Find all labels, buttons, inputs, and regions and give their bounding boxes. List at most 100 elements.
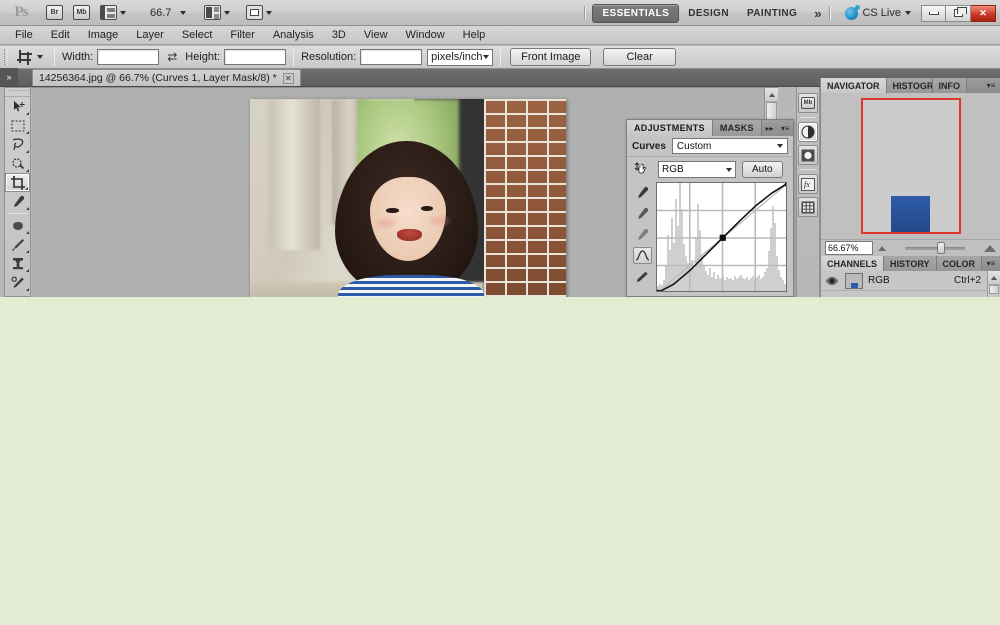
crop-height-input[interactable]	[224, 49, 287, 65]
history-brush-tool[interactable]	[5, 273, 30, 292]
lasso-tool[interactable]	[5, 135, 30, 154]
front-image-button[interactable]: Front Image	[510, 48, 592, 66]
panel-expand-grip[interactable]: »	[0, 68, 18, 86]
scroll-up-button[interactable]	[765, 88, 778, 102]
tab-history[interactable]: HISTORY	[884, 256, 937, 271]
workspace-essentials[interactable]: ESSENTIALS	[592, 3, 680, 23]
menu-select[interactable]: Select	[173, 27, 222, 43]
menu-layer[interactable]: Layer	[127, 27, 173, 43]
image-brick-wall	[483, 99, 566, 297]
image-subject-mouth	[396, 229, 423, 241]
flyout-triangle-icon	[26, 269, 29, 272]
swap-width-height-icon[interactable]: ⇄	[167, 50, 177, 64]
menu-view[interactable]: View	[355, 27, 397, 43]
move-tool[interactable]	[5, 97, 30, 116]
pencil-curve-tool[interactable]	[633, 268, 652, 285]
menu-help[interactable]: Help	[454, 27, 495, 43]
navigator-zoom-input[interactable]: 66.67%	[825, 241, 873, 255]
curves-graph[interactable]	[656, 182, 787, 292]
close-icon[interactable]: ✕	[282, 72, 294, 84]
quick-selection-tool[interactable]	[5, 154, 30, 173]
menu-3d[interactable]: 3D	[323, 27, 355, 43]
navigator-zoom-slider[interactable]	[891, 241, 979, 255]
crop-tool[interactable]	[5, 173, 30, 192]
tab-masks[interactable]: MASKS	[712, 120, 762, 136]
menu-window[interactable]: Window	[397, 27, 454, 43]
set-gray-point-eyedropper[interactable]	[633, 205, 652, 222]
window-controls: ✕	[921, 4, 996, 22]
tab-info[interactable]: INFO	[932, 78, 968, 93]
minimize-button[interactable]	[921, 4, 946, 22]
scroll-up-button[interactable]	[988, 271, 1000, 285]
document-tab[interactable]: 14256364.jpg @ 66.7% (Curves 1, Layer Ma…	[32, 69, 301, 86]
clear-button[interactable]: Clear	[603, 48, 676, 66]
zoom-out-icon[interactable]	[878, 245, 886, 251]
slider-knob[interactable]	[936, 242, 945, 254]
tab-navigator[interactable]: NAVIGATOR	[821, 78, 887, 93]
workspace-painting[interactable]: PAINTING	[738, 5, 806, 22]
eyedropper-tool[interactable]	[5, 192, 30, 211]
crop-width-input[interactable]	[97, 49, 160, 65]
eraser-tool[interactable]	[5, 292, 30, 297]
visibility-eye-icon[interactable]	[824, 274, 840, 288]
tab-channels[interactable]: CHANNELS	[821, 256, 884, 271]
menu-edit[interactable]: Edit	[42, 27, 79, 43]
zoom-level-control[interactable]: 66.7	[134, 3, 188, 23]
swatches-grid-icon[interactable]	[798, 197, 818, 217]
curves-channel-select[interactable]: RGB	[658, 161, 736, 178]
launch-bridge-button[interactable]: Br	[44, 3, 65, 23]
panel-menu-icon[interactable]: ▾≡	[777, 120, 793, 136]
set-white-point-eyedropper[interactable]	[633, 226, 652, 243]
auto-button[interactable]: Auto	[742, 161, 783, 178]
restore-button[interactable]	[946, 4, 971, 22]
view-extras-button[interactable]	[98, 3, 128, 23]
tool-preset-picker[interactable]	[13, 49, 47, 66]
styles-icon[interactable]: fx	[798, 174, 818, 194]
document-canvas[interactable]	[250, 99, 566, 297]
scrollbar-thumb[interactable]	[989, 285, 999, 294]
options-separator	[54, 48, 55, 66]
launch-mini-bridge-button[interactable]: Mb	[71, 3, 92, 23]
channel-name: RGB	[868, 275, 890, 286]
options-bar-grip[interactable]	[4, 49, 8, 65]
panel-menu-icon[interactable]: ▾≡	[982, 78, 1000, 93]
mini-bridge-icon[interactable]: Mb	[798, 93, 818, 113]
options-separator-2	[293, 48, 295, 66]
tab-histogram[interactable]: HISTOGRAM	[886, 78, 933, 93]
workspace-more-button[interactable]: »	[806, 6, 829, 21]
image-subject-cheek-right	[430, 216, 450, 225]
toolbox-grip[interactable]	[5, 88, 30, 97]
navigator-preview[interactable]	[821, 93, 1000, 239]
clone-stamp-tool[interactable]	[5, 254, 30, 273]
screen-mode-button[interactable]	[244, 3, 274, 23]
adjustments-icon[interactable]	[798, 122, 818, 142]
menu-analysis[interactable]: Analysis	[264, 27, 323, 43]
tab-adjustments[interactable]: ADJUSTMENTS	[627, 120, 713, 136]
rectangular-marquee-tool[interactable]	[5, 116, 30, 135]
channels-scrollbar[interactable]	[987, 271, 1000, 297]
navigator-zoom-row: 66.67%	[821, 239, 1000, 256]
arrange-documents-button[interactable]	[202, 3, 232, 23]
workspace-design[interactable]: DESIGN	[679, 5, 738, 22]
application-bar: Ps Br Mb 66.7 ESSENTIALS DESIGN PAINTING…	[0, 0, 1000, 26]
resolution-unit-select[interactable]: pixels/inch	[427, 48, 494, 66]
masks-icon[interactable]	[798, 145, 818, 165]
spot-healing-brush-tool[interactable]	[5, 216, 30, 235]
crop-resolution-input[interactable]	[360, 49, 423, 65]
curves-preset-select[interactable]: Custom	[671, 138, 788, 154]
collapse-to-icons-icon[interactable]: ▸▸	[762, 120, 778, 136]
tab-color[interactable]: COLOR	[936, 256, 982, 271]
menu-image[interactable]: Image	[79, 27, 128, 43]
brush-tool[interactable]	[5, 235, 30, 254]
table-row[interactable]: RGB Ctrl+2	[821, 271, 1000, 291]
photoshop-window: Ps Br Mb 66.7 ESSENTIALS DESIGN PAINTING…	[0, 0, 1000, 625]
cs-live-menu[interactable]: CS Live	[845, 4, 911, 20]
close-button[interactable]: ✕	[971, 4, 996, 22]
zoom-in-icon[interactable]	[984, 244, 996, 252]
on-image-adjustment-tool[interactable]	[632, 160, 652, 179]
edit-points-curve-tool[interactable]	[632, 247, 652, 264]
menu-filter[interactable]: Filter	[221, 27, 263, 43]
menu-file[interactable]: File	[6, 27, 42, 43]
panel-menu-icon[interactable]: ▾≡	[982, 256, 1000, 271]
set-black-point-eyedropper[interactable]	[633, 184, 652, 201]
